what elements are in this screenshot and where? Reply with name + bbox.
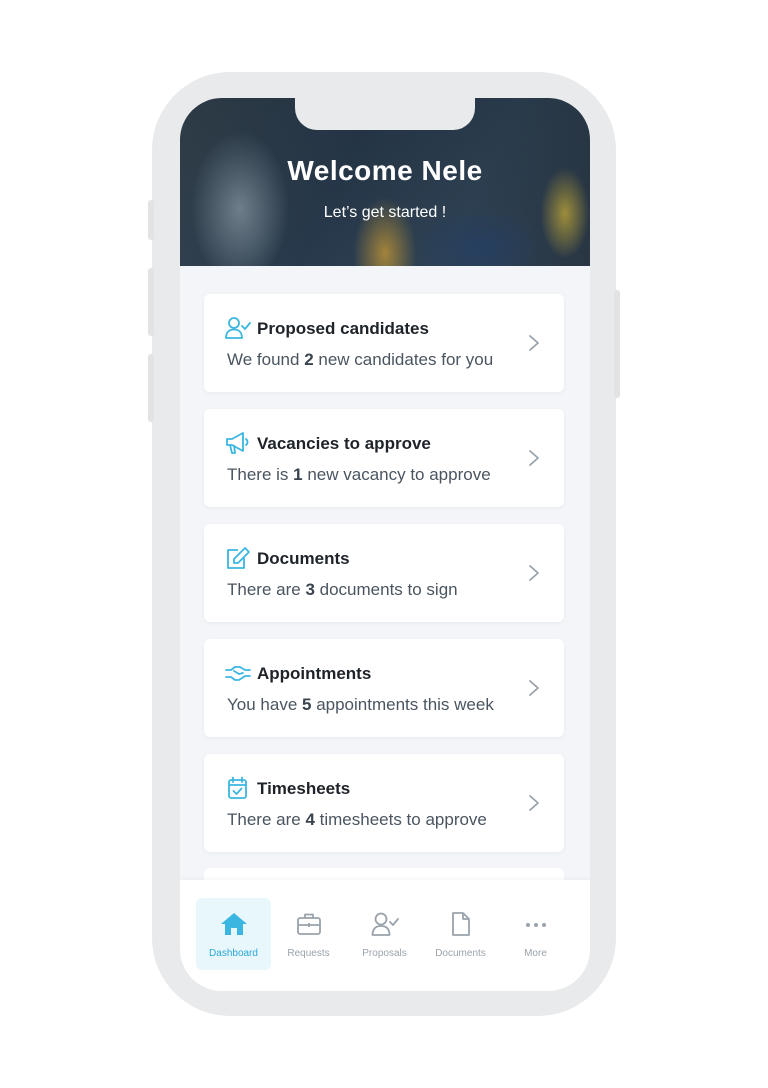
chevron-right-icon	[529, 450, 539, 466]
chevron-right-icon	[529, 795, 539, 811]
card-title: Proposed candidates	[257, 319, 429, 338]
handshake-icon	[225, 666, 251, 681]
phone-volume-down-button	[148, 354, 154, 422]
phone-power-button	[614, 290, 620, 398]
card-count: 1	[293, 465, 303, 484]
bottom-tab-bar: Dashboard Requests Proposals Documents M…	[180, 880, 590, 991]
app-screen: Welcome Nele Let’s get started ! Propose…	[180, 98, 590, 991]
card-vacancies-to-approve[interactable]: Vacancies to approve There is 1 new vaca…	[204, 409, 564, 507]
chevron-right-icon	[529, 565, 539, 581]
chevron-right-icon	[529, 680, 539, 696]
chevron-right-icon	[529, 335, 539, 351]
card-description: There are 4 timesheets to approve	[227, 810, 487, 829]
user-check-icon	[371, 912, 399, 936]
welcome-subtitle: Let’s get started !	[323, 204, 447, 221]
megaphone-icon	[226, 432, 249, 454]
tab-label: More	[524, 948, 547, 959]
welcome-title: Welcome Nele	[287, 155, 483, 186]
card-description: You have 5 appointments this week	[227, 695, 494, 714]
tab-documents[interactable]: Documents	[423, 898, 498, 970]
card-documents[interactable]: Documents There are 3 documents to sign	[204, 524, 564, 622]
file-icon	[452, 912, 470, 936]
tab-label: Proposals	[362, 948, 407, 959]
dashboard-card-list: Proposed candidates We found 2 new candi…	[204, 294, 566, 869]
tab-label: Requests	[287, 948, 330, 959]
card-description: We found 2 new candidates for you	[227, 350, 494, 369]
phone-mute-switch	[148, 200, 154, 240]
welcome-header: Welcome Nele Let’s get started !	[180, 98, 590, 266]
card-timesheets[interactable]: Timesheets There are 4 timesheets to app…	[204, 754, 564, 852]
calendar-check-icon	[228, 776, 247, 799]
card-description: There are 3 documents to sign	[227, 580, 458, 599]
card-proposed-candidates[interactable]: Proposed candidates We found 2 new candi…	[204, 294, 564, 392]
card-count: 4	[305, 810, 315, 829]
edit-document-icon	[227, 547, 250, 569]
card-title: Timesheets	[257, 779, 351, 798]
card-title: Vacancies to approve	[257, 434, 431, 453]
more-dots-icon	[526, 923, 546, 927]
tab-label: Documents	[435, 948, 486, 959]
user-check-icon	[225, 317, 251, 339]
tab-label: Dashboard	[209, 948, 258, 959]
card-count: 3	[305, 580, 315, 599]
card-title: Appointments	[257, 664, 372, 683]
card-count: 2	[304, 350, 314, 369]
phone-volume-up-button	[148, 268, 154, 336]
card-description: There is 1 new vacancy to approve	[227, 465, 491, 484]
tab-dashboard[interactable]: Dashboard	[196, 898, 271, 970]
phone-notch	[295, 98, 475, 130]
card-title: Documents	[257, 549, 350, 568]
tab-requests[interactable]: Requests	[271, 898, 346, 970]
tab-more[interactable]: More	[498, 898, 573, 970]
home-icon	[221, 913, 247, 935]
tab-proposals[interactable]: Proposals	[347, 898, 422, 970]
briefcase-icon	[297, 913, 321, 935]
card-appointments[interactable]: Appointments You have 5 appointments thi…	[204, 639, 564, 737]
